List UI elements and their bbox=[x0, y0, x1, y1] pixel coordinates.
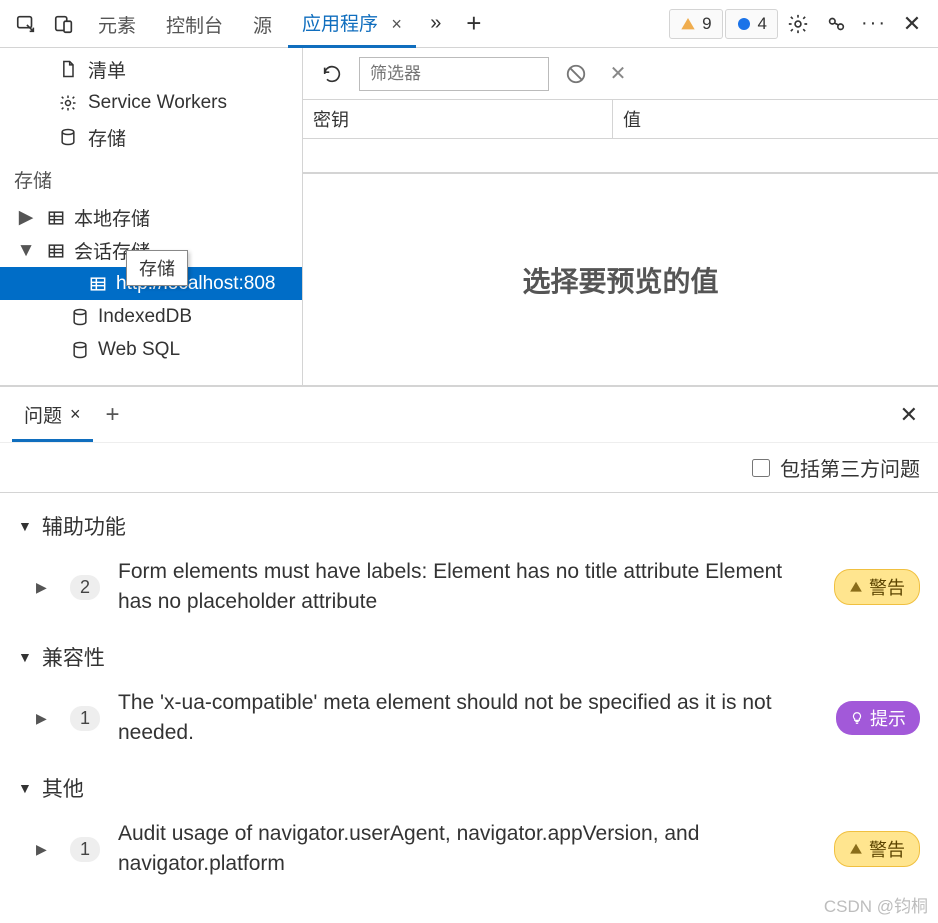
table-icon bbox=[46, 208, 66, 228]
more-tabs-icon[interactable]: » bbox=[418, 6, 454, 42]
issue-message: Audit usage of navigator.userAgent, navi… bbox=[118, 819, 816, 880]
warn-count: 9 bbox=[702, 14, 711, 34]
issue-category-label: 其他 bbox=[42, 773, 84, 803]
issue-severity-tag: 提示 bbox=[836, 701, 920, 735]
info-count: 4 bbox=[758, 14, 767, 34]
tree-item-label: IndexedDB bbox=[98, 306, 192, 328]
close-icon[interactable]: × bbox=[70, 404, 81, 425]
tree-item-label: 本地存储 bbox=[74, 204, 150, 231]
application-panel: 清单 Service Workers 存储 存储 ▶ 本地存储 存储 ▼ 会话存… bbox=[0, 48, 938, 386]
issue-category-other[interactable]: ▼ 其他 bbox=[0, 759, 938, 809]
chevron-down-icon: ▼ bbox=[18, 649, 32, 665]
issue-category-label: 辅助功能 bbox=[42, 511, 126, 541]
refresh-icon[interactable] bbox=[317, 59, 347, 89]
issue-category-label: 兼容性 bbox=[42, 642, 105, 672]
activity-icon[interactable] bbox=[818, 6, 854, 42]
table-icon bbox=[46, 241, 66, 261]
sidebar-item-manifest[interactable]: 清单 bbox=[0, 52, 302, 86]
toggle-device-toolbar-icon[interactable] bbox=[46, 6, 82, 42]
chevron-right-icon: ▶ bbox=[36, 841, 52, 858]
tab-console[interactable]: 控制台 bbox=[152, 1, 237, 47]
drawer-tab-issues[interactable]: 问题 × bbox=[12, 388, 93, 442]
watermark: CSDN @钧桐 bbox=[824, 892, 928, 917]
tab-application-label: 应用程序 bbox=[302, 14, 378, 35]
chevron-right-icon: ▶ bbox=[14, 206, 38, 229]
column-value[interactable]: 值 bbox=[613, 100, 938, 138]
filter-input[interactable] bbox=[359, 57, 549, 91]
lightbulb-icon bbox=[850, 711, 864, 725]
sidebar-item-storage[interactable]: 存储 bbox=[0, 120, 302, 154]
new-tab-icon[interactable]: + bbox=[456, 6, 492, 42]
database-icon bbox=[70, 307, 90, 327]
issue-category-accessibility[interactable]: ▼ 辅助功能 bbox=[0, 497, 938, 547]
issues-info-badge[interactable]: 4 bbox=[725, 9, 778, 39]
issues-warn-badge[interactable]: 9 bbox=[669, 9, 722, 39]
close-icon[interactable]: × bbox=[391, 14, 402, 34]
drawer-new-tab-icon[interactable]: + bbox=[93, 401, 133, 429]
drawer-panel: 问题 × + ✕ 包括第三方问题 ▼ 辅助功能 ▶ 2 Form element… bbox=[0, 386, 938, 890]
include-third-party-label: 包括第三方问题 bbox=[780, 453, 920, 482]
issue-message: Form elements must have labels: Element … bbox=[118, 557, 816, 618]
close-devtools-icon[interactable]: ✕ bbox=[894, 6, 930, 42]
chevron-down-icon: ▼ bbox=[14, 240, 38, 262]
tab-elements[interactable]: 元素 bbox=[84, 1, 150, 47]
issue-count-badge: 1 bbox=[70, 706, 100, 731]
sidebar-section-storage: 存储 bbox=[0, 158, 302, 201]
storage-table-body[interactable] bbox=[303, 139, 938, 173]
issue-message: The 'x-ua-compatible' meta element shoul… bbox=[118, 688, 818, 749]
sidebar-item-label: 清单 bbox=[88, 56, 126, 83]
sidebar-item-service-workers[interactable]: Service Workers bbox=[0, 86, 302, 120]
chevron-down-icon: ▼ bbox=[18, 518, 32, 534]
issue-severity-tag: 警告 bbox=[834, 831, 920, 867]
issue-category-compatibility[interactable]: ▼ 兼容性 bbox=[0, 628, 938, 678]
issue-row[interactable]: ▶ 1 Audit usage of navigator.userAgent, … bbox=[0, 809, 938, 890]
chevron-right-icon: ▶ bbox=[36, 710, 52, 727]
issue-row[interactable]: ▶ 1 The 'x-ua-compatible' meta element s… bbox=[0, 678, 938, 759]
drawer-tab-strip: 问题 × + ✕ bbox=[0, 387, 938, 443]
drawer-tab-label: 问题 bbox=[24, 401, 62, 428]
database-icon bbox=[58, 127, 78, 147]
gear-icon bbox=[58, 93, 78, 113]
storage-table-header: 密钥 值 bbox=[303, 100, 938, 139]
inspect-element-icon[interactable] bbox=[8, 6, 44, 42]
tree-item-label: Web SQL bbox=[98, 339, 180, 361]
storage-content: ✕ 密钥 值 选择要预览的值 bbox=[303, 48, 938, 385]
drawer-close-icon[interactable]: ✕ bbox=[892, 394, 926, 436]
tab-application[interactable]: 应用程序 × bbox=[288, 0, 416, 48]
issue-severity-tag: 警告 bbox=[834, 569, 920, 605]
warning-icon bbox=[849, 580, 863, 594]
tab-sources[interactable]: 源 bbox=[239, 1, 286, 47]
column-key[interactable]: 密钥 bbox=[303, 100, 613, 138]
application-sidebar: 清单 Service Workers 存储 存储 ▶ 本地存储 存储 ▼ 会话存… bbox=[0, 48, 303, 385]
issue-count-badge: 2 bbox=[70, 575, 100, 600]
document-icon bbox=[58, 59, 78, 79]
warning-icon bbox=[849, 842, 863, 856]
delete-selected-icon[interactable]: ✕ bbox=[603, 59, 633, 89]
tree-local-storage[interactable]: ▶ 本地存储 bbox=[0, 201, 302, 234]
storage-toolbar: ✕ bbox=[303, 48, 938, 100]
devtools-tab-strip: 元素 控制台 源 应用程序 × » + 9 4 ··· ✕ bbox=[0, 0, 938, 48]
issues-options-bar: 包括第三方问题 bbox=[0, 443, 938, 493]
preview-placeholder: 选择要预览的值 bbox=[303, 173, 938, 385]
tree-indexeddb[interactable]: IndexedDB bbox=[0, 300, 302, 333]
sidebar-item-label: 存储 bbox=[88, 124, 126, 151]
tree-websql[interactable]: Web SQL bbox=[0, 333, 302, 366]
issues-list: ▼ 辅助功能 ▶ 2 Form elements must have label… bbox=[0, 493, 938, 890]
tooltip: 存储 bbox=[126, 250, 188, 286]
chevron-right-icon: ▶ bbox=[36, 579, 52, 596]
more-menu-icon[interactable]: ··· bbox=[856, 6, 892, 42]
settings-gear-icon[interactable] bbox=[780, 6, 816, 42]
database-icon bbox=[70, 340, 90, 360]
clear-all-icon[interactable] bbox=[561, 59, 591, 89]
chevron-down-icon: ▼ bbox=[18, 780, 32, 796]
include-third-party-checkbox[interactable] bbox=[752, 459, 770, 477]
issue-row[interactable]: ▶ 2 Form elements must have labels: Elem… bbox=[0, 547, 938, 628]
sidebar-item-label: Service Workers bbox=[88, 92, 227, 114]
table-icon bbox=[88, 274, 108, 294]
issue-count-badge: 1 bbox=[70, 837, 100, 862]
